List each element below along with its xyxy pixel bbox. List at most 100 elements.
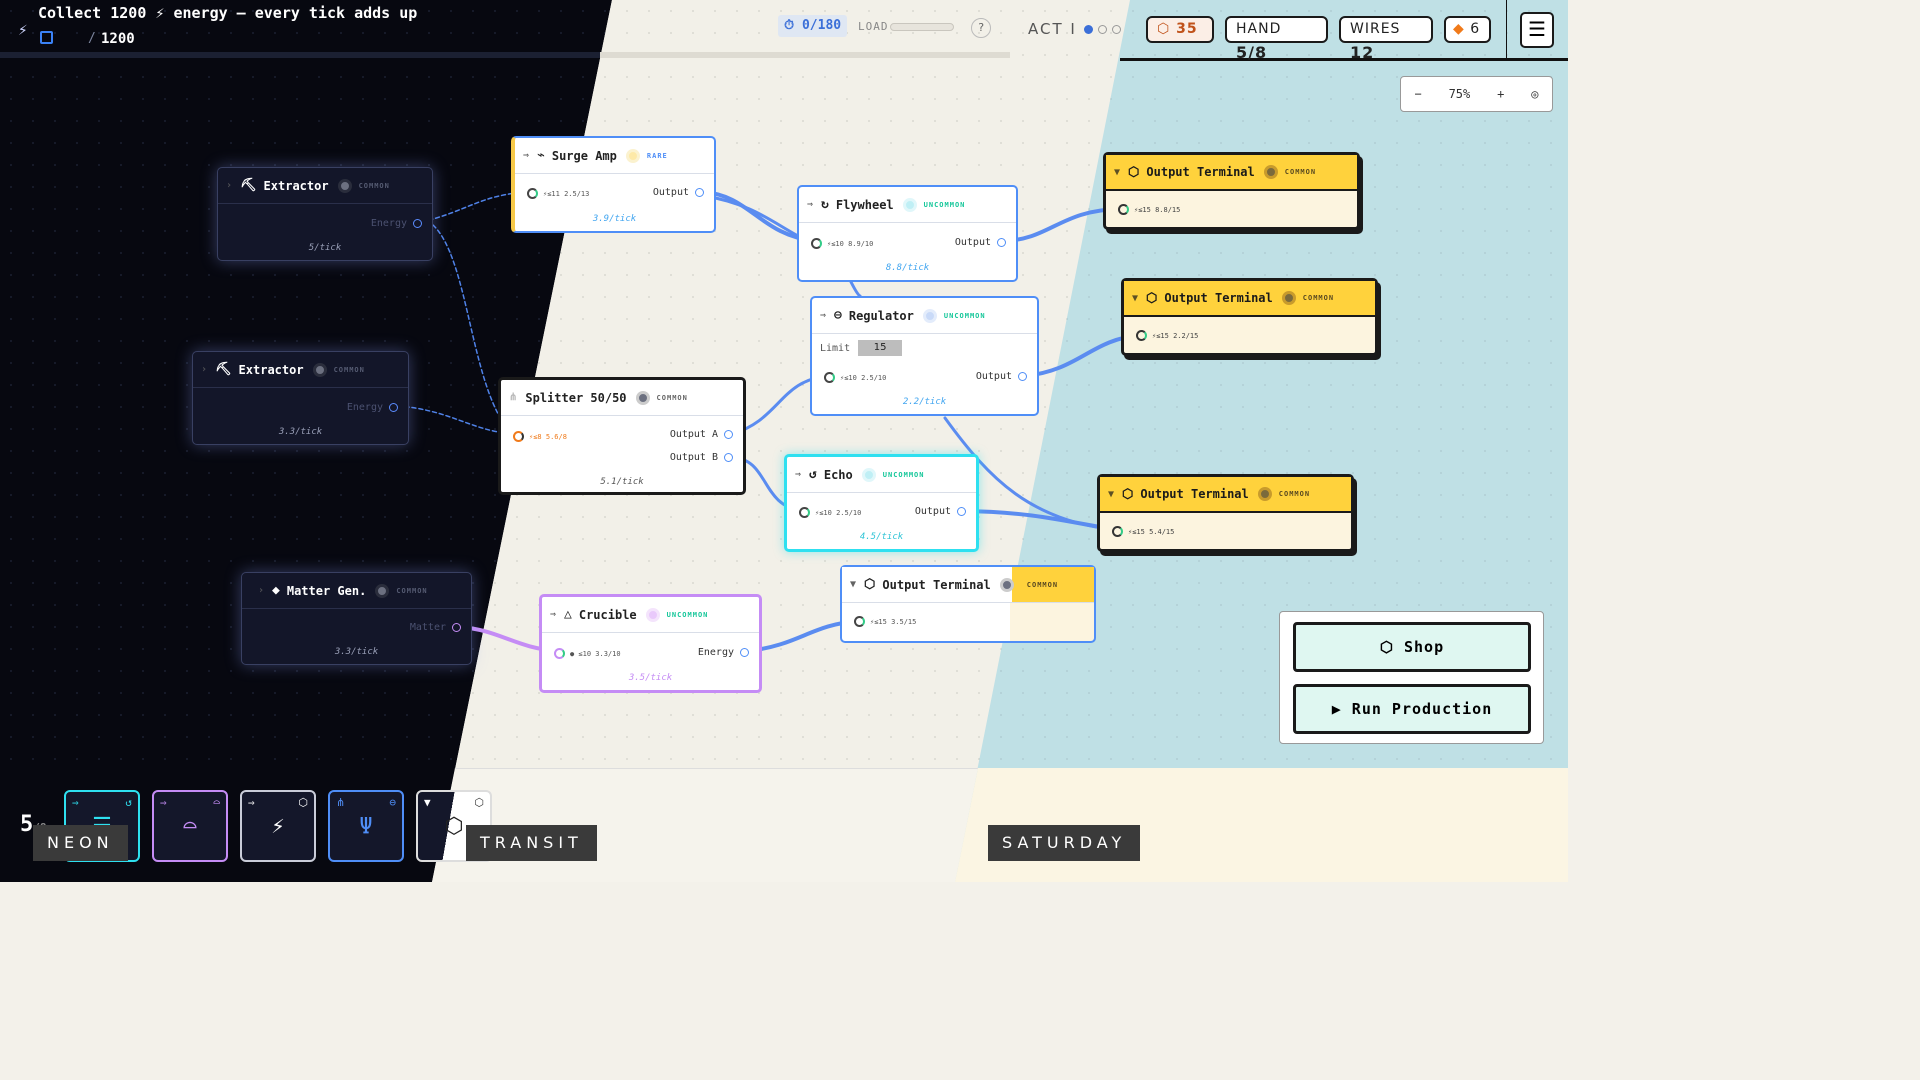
collapse-icon[interactable]: ›: [258, 585, 264, 596]
input-port[interactable]: ⚡≤10 2.5/10: [799, 507, 861, 518]
zone-label-transit: TRANSIT: [466, 825, 597, 861]
node-extractor[interactable]: › ⛏ Extractor COMMON Energy 5/tick: [217, 167, 433, 261]
node-title: Matter Gen.: [286, 583, 367, 598]
input-socket[interactable]: [824, 372, 835, 383]
recenter-icon[interactable]: ◎: [1531, 87, 1538, 101]
port-label: Output: [954, 237, 991, 248]
port-label: Matter: [409, 622, 446, 633]
node-header: ⇒ ↻ Flywheel UNCOMMON: [799, 187, 1016, 223]
input-socket[interactable]: [527, 188, 538, 199]
input-port[interactable]: ⚡≤11 2.5/13: [527, 188, 589, 199]
output-port[interactable]: Energy: [698, 647, 749, 658]
collapse-icon[interactable]: ▼: [1114, 167, 1120, 178]
port-socket[interactable]: [740, 648, 749, 657]
hand-card[interactable]: ⇒ ⬡ ⚡: [240, 790, 316, 862]
gems-value: 6: [1470, 21, 1481, 37]
hexagon-icon: ⬡: [1122, 486, 1134, 502]
output-port[interactable]: Output: [653, 187, 704, 198]
node-extractor[interactable]: › ⛏ Extractor COMMON Energy 3.3/tick: [192, 351, 409, 445]
node-regulator[interactable]: ⇒ ⊖ Regulator UNCOMMON Limit 15 ⚡≤10 2.5…: [810, 296, 1039, 416]
port-socket[interactable]: [389, 403, 398, 412]
fork-icon: Ψ: [359, 814, 373, 839]
output-port[interactable]: Energy: [371, 218, 422, 229]
node-surge-amp[interactable]: ⇒ ⌁ Surge Amp RARE ⚡≤11 2.5/13 Output 3.…: [511, 136, 716, 233]
act-progress: [1084, 25, 1121, 34]
output-port-a[interactable]: Output A: [670, 429, 733, 440]
port-socket[interactable]: [997, 238, 1006, 247]
limit-input[interactable]: 15: [858, 340, 903, 356]
input-port[interactable]: ⚡≤8 5.6/8: [513, 431, 567, 442]
input-port[interactable]: ⚡≤10 2.5/10: [824, 372, 886, 383]
input-socket[interactable]: [554, 648, 565, 659]
help-button[interactable]: ?: [971, 18, 991, 38]
output-port-b[interactable]: Output B: [670, 452, 733, 463]
node-output-terminal[interactable]: ▼ ⬡ Output Terminal COMMON ⚡≤15 3.5/15: [840, 565, 1096, 643]
shop-button[interactable]: ⬡ Shop: [1293, 622, 1531, 672]
input-port[interactable]: ⚡≤10 8.9/10: [811, 238, 873, 249]
rate-label: 3.9/tick: [592, 214, 637, 224]
output-port[interactable]: Output: [915, 506, 966, 517]
run-production-button[interactable]: ▶ Run Production: [1293, 684, 1531, 734]
output-port[interactable]: Energy: [347, 402, 398, 413]
zoom-out-button[interactable]: −: [1414, 87, 1421, 101]
input-socket[interactable]: [1136, 330, 1147, 341]
output-port[interactable]: Output: [955, 237, 1006, 248]
input-port[interactable]: ⚡≤15 2.2/15: [1136, 330, 1198, 341]
port-socket[interactable]: [413, 219, 422, 228]
collapse-icon[interactable]: ▼: [1132, 293, 1138, 304]
crucible-icon: ⌓: [213, 796, 220, 809]
node-crucible[interactable]: ⇒ △ Crucible UNCOMMON ● ≤10 3.3/10 Energ…: [539, 594, 762, 693]
input-capacity: ⚡≤15 5.4/15: [1128, 527, 1175, 536]
input-socket[interactable]: [854, 616, 865, 627]
regulator-icon: ⊖: [834, 308, 842, 323]
rarity-label: COMMON: [656, 393, 688, 402]
output-port[interactable]: Output: [976, 371, 1027, 382]
node-output-terminal[interactable]: ▼ ⬡ Output Terminal COMMON ⚡≤15 2.2/15: [1121, 278, 1378, 356]
rarity-badge: [902, 197, 917, 212]
input-socket[interactable]: [1112, 526, 1123, 537]
port-socket[interactable]: [1018, 372, 1027, 381]
input-port[interactable]: ⚡≤15 3.5/15: [854, 616, 916, 627]
menu-button[interactable]: ☰: [1520, 12, 1554, 48]
input-socket[interactable]: [811, 238, 822, 249]
collapse-icon[interactable]: ›: [201, 364, 207, 375]
port-socket[interactable]: [724, 453, 733, 462]
hand-card[interactable]: ⋔ ⊖ Ψ: [328, 790, 404, 862]
node-title: Output Terminal: [1140, 487, 1249, 501]
input-port[interactable]: ● ≤10 3.3/10: [554, 648, 621, 659]
node-header: ▼ ⬡ Output Terminal COMMON: [1100, 477, 1351, 513]
collapse-icon[interactable]: ▼: [1108, 489, 1114, 500]
port-socket[interactable]: [957, 507, 966, 516]
node-header: ⇒ △ Crucible UNCOMMON: [542, 597, 759, 633]
node-title: Echo: [823, 467, 853, 482]
wire-echo-out3: [962, 509, 1118, 532]
input-port[interactable]: ⚡≤15 8.8/15: [1118, 204, 1180, 215]
port-socket[interactable]: [452, 623, 461, 632]
node-output-terminal[interactable]: ▼ ⬡ Output Terminal COMMON ⚡≤15 5.4/15: [1097, 474, 1354, 552]
node-flywheel[interactable]: ⇒ ↻ Flywheel UNCOMMON ⚡≤10 8.9/10 Output…: [797, 185, 1018, 282]
splitter-icon: ⋔: [509, 392, 518, 403]
diamond-icon: ◆: [272, 583, 280, 598]
node-header: ⇒ ↺ Echo UNCOMMON: [787, 457, 976, 493]
collapse-icon[interactable]: ›: [226, 180, 232, 191]
node-output-terminal[interactable]: ▼ ⬡ Output Terminal COMMON ⚡≤15 8.8/15: [1103, 152, 1360, 230]
output-port[interactable]: Matter: [410, 622, 461, 633]
node-echo[interactable]: ⇒ ↺ Echo UNCOMMON ⚡≤10 2.5/10 Output 4.5…: [784, 454, 979, 552]
hand-card[interactable]: ⇒ ⌓ ⌓: [152, 790, 228, 862]
port-socket[interactable]: [724, 430, 733, 439]
input-socket[interactable]: [1118, 204, 1129, 215]
node-header: ▼ ⬡ Output Terminal COMMON: [842, 567, 1094, 603]
node-matter-gen[interactable]: › ◆ Matter Gen. COMMON Matter 3.3/tick: [241, 572, 472, 665]
zoom-in-button[interactable]: +: [1497, 87, 1504, 101]
input-socket[interactable]: [799, 507, 810, 518]
coins-counter: ⬡ 35: [1146, 16, 1214, 43]
port-socket[interactable]: [695, 188, 704, 197]
collapse-icon[interactable]: ▼: [850, 579, 856, 590]
input-port[interactable]: ⚡≤15 5.4/15: [1112, 526, 1174, 537]
pickaxe-icon: ⛏: [215, 362, 232, 377]
shop-label: Shop: [1403, 638, 1445, 656]
node-splitter[interactable]: ⋔ Splitter 50/50 COMMON ⚡≤8 5.6/8 Output…: [498, 377, 746, 495]
act-dot: [1098, 25, 1107, 34]
input-socket[interactable]: [513, 431, 524, 442]
hand-value: 5/8: [1236, 43, 1268, 62]
